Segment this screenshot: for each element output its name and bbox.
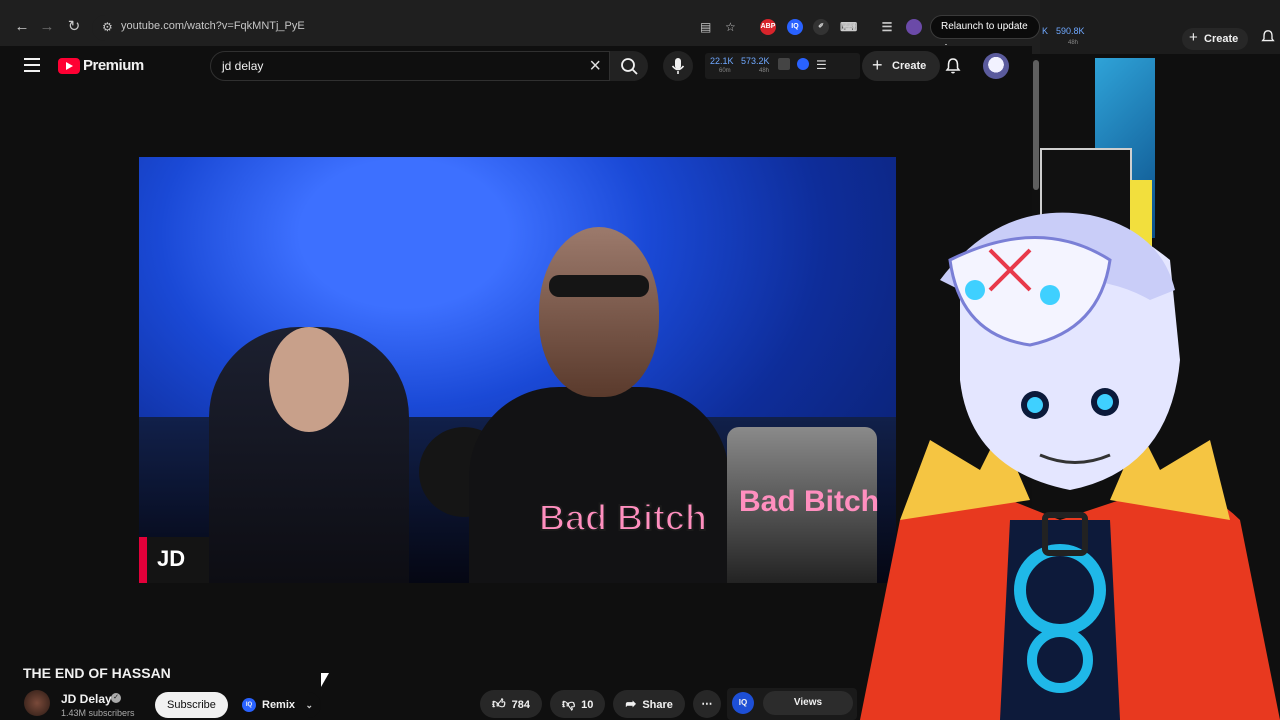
dislike-button[interactable]: 👎︎ 10 [549,690,606,718]
scrollbar-thumb[interactable] [1033,60,1039,190]
video-actions: 👍︎ 784 👎︎ 10 ➦ Share ⋯ [480,690,729,720]
remix-button[interactable]: IQ Remix ⌄ [240,692,322,718]
search-button[interactable] [610,51,648,81]
share-button[interactable]: ➦ Share [613,690,685,718]
more-horizontal-icon: ⋯ [701,698,713,710]
views-widget: IQ Views [727,688,857,720]
more-actions-button[interactable]: ⋯ [692,690,721,718]
thumbs-up-icon: 👍︎ [492,696,506,711]
badge-text: JD [157,546,186,571]
relaunch-button[interactable]: Relaunch to update ⋮ [930,15,1040,54]
views-iq-icon[interactable]: IQ [732,692,754,714]
secondary-stat-a: K [1042,26,1049,36]
pen-extension-icon[interactable]: ✐ [813,19,829,35]
video-title: THE END OF HASSAN [23,665,171,681]
extensions-puzzle-icon[interactable]: ⌨ [840,19,857,35]
like-count: 784 [511,699,530,711]
url-text[interactable]: youtube.com/watch?v=FqkMNTj_PyE [121,20,305,32]
notifications-bell-icon[interactable] [944,57,962,75]
video-tumbler-text: Bad Bitch [739,485,880,518]
subscribe-button[interactable]: Subscribe [155,692,228,718]
stat-value-a: 22.1K [710,56,734,66]
back-icon[interactable]: ← [13,18,31,36]
remix-label: Remix [262,699,296,711]
views-button[interactable]: Views [763,691,853,715]
secondary-browser-window: K 590.8K 48h Create [1040,0,1280,720]
secondary-create-button[interactable]: Create [1182,27,1249,50]
secondary-video-frame [1040,148,1132,268]
subscriber-count: 1.43M subscribers [61,708,135,718]
chevron-down-icon: ⌄ [305,700,314,710]
relaunch-label: Relaunch to update [941,21,1028,32]
like-button[interactable]: 👍︎ 784 [480,690,542,718]
microphone-icon [671,58,685,74]
secondary-stat-sub: 48h [1068,40,1079,46]
channel-avatar[interactable] [24,690,50,716]
video-player[interactable]: Bad Bitch Bad Bitch [139,157,896,583]
secondary-stat-b: 590.8K [1056,26,1085,36]
site-info-icon[interactable]: ⚙ [102,20,113,34]
stats-iq-icon[interactable] [797,58,809,70]
verified-check-icon: ✓ [111,693,121,703]
secondary-bell-icon[interactable] [1260,29,1276,45]
remix-iq-icon: IQ [242,698,256,712]
secondary-yellow-panel [1130,180,1152,270]
share-label: Share [642,699,673,711]
bookmark-star-icon[interactable]: ☆ [725,20,736,34]
youtube-header: Premium jd delay × 22.1K 573.2K 60m 48h … [0,46,1032,86]
channel-name[interactable]: JD Delay [61,692,112,706]
share-arrow-icon: ➦ [625,696,637,711]
reload-icon[interactable]: ↻ [65,18,83,36]
streamer-name-badge: JD [139,537,209,583]
forward-icon[interactable]: → [38,18,56,36]
logo-text: Premium [83,57,144,74]
video-sunglasses [549,275,649,297]
search-icon [621,58,638,75]
stat-sub-b: 48h [759,68,770,74]
secondary-toolbar: K 590.8K 48h Create [1040,0,1280,54]
stats-menu-icon[interactable]: ☰ [816,58,827,72]
extension-stats-widget[interactable]: 22.1K 573.2K 60m 48h ☰ [705,53,860,79]
profile-icon[interactable] [906,19,922,35]
thumbs-down-icon: 👎︎ [561,696,576,711]
adblock-extension-icon[interactable]: ABP [760,19,776,35]
stat-sub-a: 60m [719,68,731,74]
youtube-play-icon [58,57,80,74]
mouse-cursor [321,673,329,687]
menu-icon[interactable] [24,58,40,72]
cast-icon[interactable]: ▤ [700,20,711,34]
create-button[interactable]: Create [862,50,941,81]
search-input[interactable]: jd delay × [210,51,610,81]
video-person-right [469,387,729,583]
media-control-icon[interactable]: ☰ [879,19,895,35]
clear-search-icon[interactable]: × [589,55,601,78]
stat-value-b: 573.2K [741,56,770,66]
dislike-count: 10 [581,699,594,711]
search-query[interactable]: jd delay [222,59,263,73]
video-person-right-head [539,227,659,397]
stats-chart-icon[interactable] [778,58,790,70]
voice-search-button[interactable] [663,51,693,81]
iq-extension-icon[interactable]: IQ [787,19,803,35]
youtube-premium-logo[interactable]: Premium [58,57,144,74]
video-shirt-text: Bad Bitch [538,496,708,539]
user-avatar[interactable] [983,53,1009,79]
address-bar[interactable]: ⚙ youtube.com/watch?v=FqkMNTj_PyE ▤ ☆ [92,15,772,41]
video-person-left-head [269,327,349,432]
